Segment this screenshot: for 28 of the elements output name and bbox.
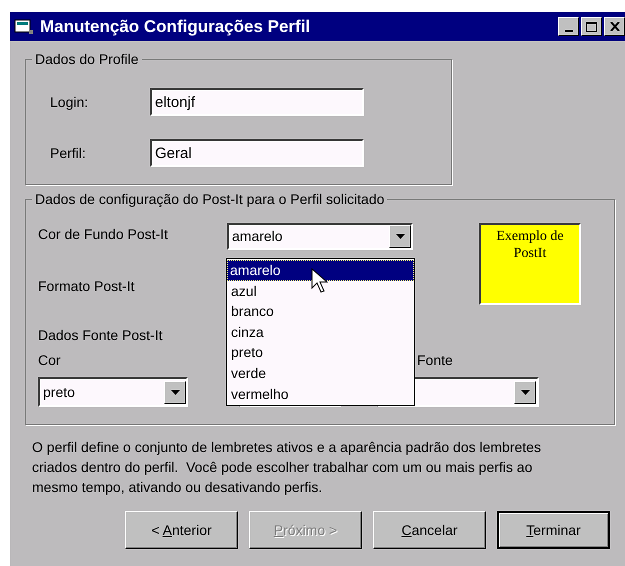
postit-preview: Exemplo de PostIt — [479, 223, 581, 305]
dropdown-option[interactable]: azul — [227, 280, 414, 302]
field-label: Formato Post-It — [38, 277, 136, 296]
section-label: Dados Fonte Post-It — [38, 326, 163, 345]
dropdown-value: preto — [43, 382, 75, 402]
field-label: Login: — [50, 92, 90, 112]
dropdown-option[interactable]: amarelo — [227, 260, 414, 281]
dropdown-option[interactable]: verde — [227, 362, 414, 384]
dropdown-option[interactable]: preto — [227, 342, 414, 363]
wizard-button[interactable]: Cancelar — [373, 511, 486, 549]
field-label: Perfil: — [50, 144, 87, 162]
wizard-button[interactable]: < Anterior — [125, 511, 238, 549]
dropdown-option[interactable]: branco — [227, 301, 414, 322]
field-label: Cor — [38, 351, 61, 370]
input-field[interactable]: Geral — [150, 139, 364, 167]
input-field[interactable]: eltonjf — [150, 88, 364, 116]
color-dropdown[interactable]: amarelo — [227, 223, 413, 250]
dropdown-option[interactable]: vermelho — [227, 384, 414, 404]
dropdown-value: amarelo — [232, 227, 283, 246]
font-color-dropdown[interactable]: preto — [38, 377, 188, 407]
dropdown-option[interactable]: cinza — [227, 322, 414, 342]
group-title: Dados de configuração do Post-It para o Perfil solicitado — [34, 190, 386, 209]
window-title: Manutenção Configurações Perfil — [40, 16, 310, 38]
group-title: Dados do Profile — [34, 50, 140, 69]
field-label: Cor de Fundo Post-It — [38, 225, 169, 244]
field-label: Fonte — [417, 351, 453, 370]
description-text: O perfil define o conjunto de lembretes ativos e a aparência padrão dos lembretes criados dentro do perfil. Você pode escolher trabalhar com um ou mais perfis ao mesmo tempo, ativando ou desativando perfis. — [32, 438, 542, 497]
wizard-button[interactable]: Terminar — [497, 511, 610, 549]
